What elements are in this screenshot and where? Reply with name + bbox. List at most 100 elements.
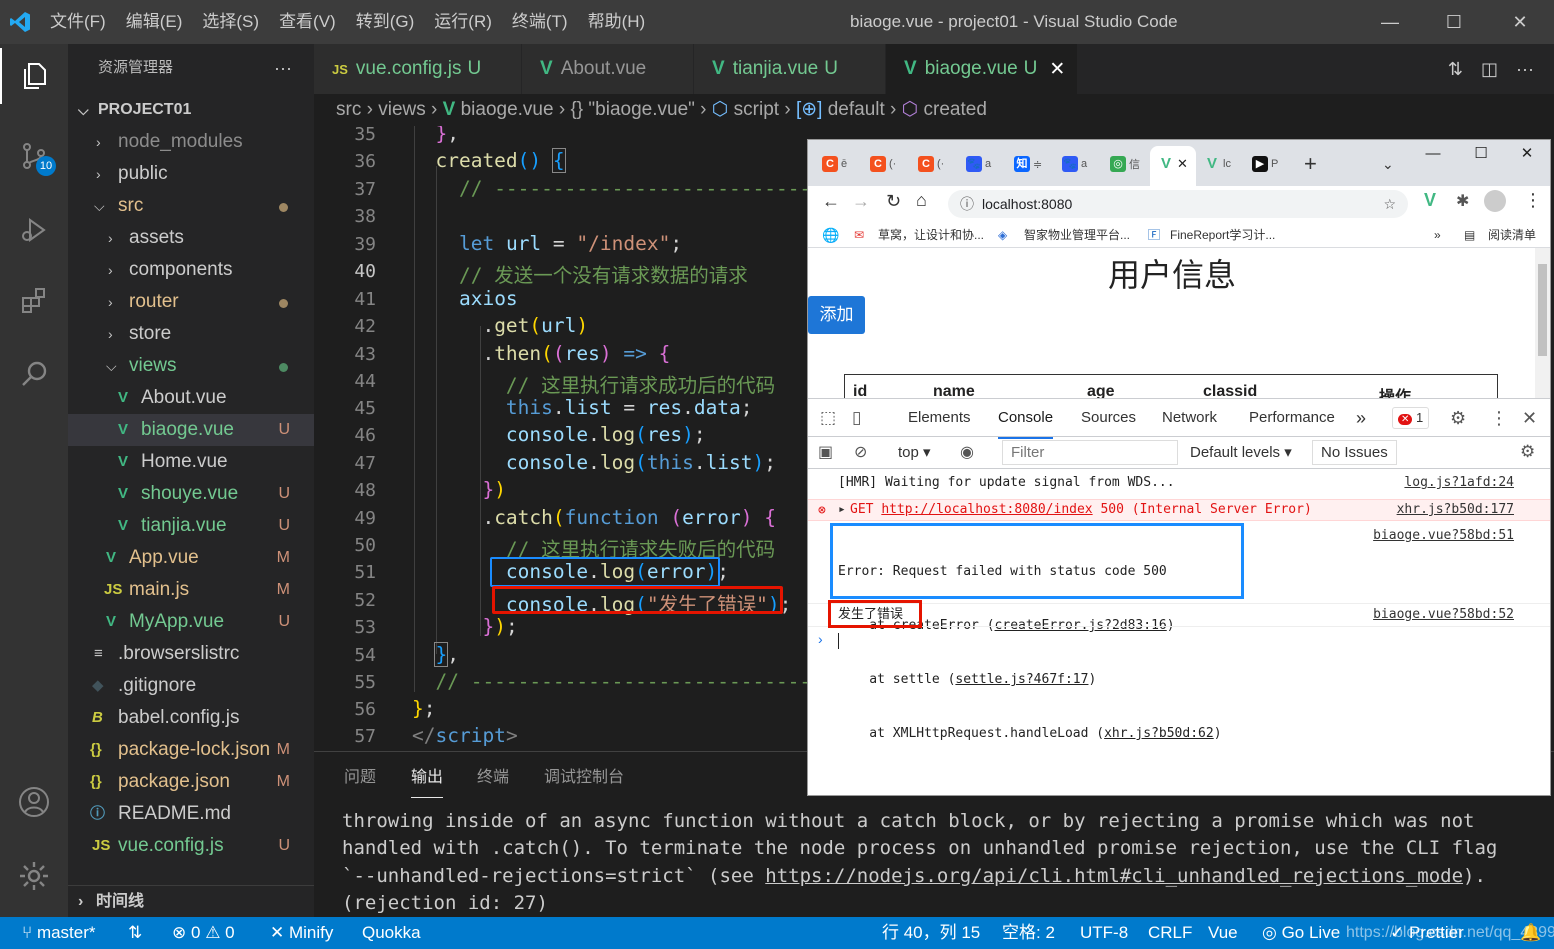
menu-view[interactable]: 查看(V) — [269, 0, 346, 44]
new-tab-icon[interactable]: + — [1304, 148, 1317, 180]
menu-edit[interactable]: 编辑(E) — [116, 0, 193, 44]
devtools-settings-icon[interactable]: ⚙ — [1450, 399, 1466, 437]
tree-item-router[interactable]: › router — [68, 286, 314, 318]
tree-item-readme[interactable]: ⓘ README.md — [68, 798, 314, 830]
more-bookmarks-icon[interactable]: » — [1434, 222, 1441, 248]
browser-minimize-icon[interactable]: — — [1410, 140, 1456, 170]
quokka-button[interactable]: Quokka — [362, 917, 421, 949]
browser-tab[interactable]: 🐾 a — [1062, 148, 1087, 180]
more-tabs-icon[interactable]: » — [1356, 399, 1366, 437]
tree-item-shouye-vue[interactable]: Vshouye.vue U — [68, 478, 314, 510]
browser-menu-icon[interactable]: ⋮ — [1524, 190, 1542, 211]
close-tab-icon[interactable]: ✕ — [1049, 58, 1065, 81]
maximize-icon[interactable]: ☐ — [1424, 0, 1484, 44]
tree-item-biaoge-vue[interactable]: Vbiaoge.vue U — [68, 414, 314, 446]
tree-item-app-vue[interactable]: V App.vue M — [68, 542, 314, 574]
search-icon[interactable] — [0, 346, 68, 402]
eye-icon[interactable]: ◉ — [960, 442, 974, 462]
split-editor-icon[interactable]: ◫ — [1481, 59, 1498, 80]
tree-item-node-modules[interactable]: › node_modules — [68, 126, 314, 158]
browser-tab[interactable]: ◎ 信 — [1110, 148, 1140, 180]
more-actions-icon[interactable]: ··· — [1516, 59, 1534, 80]
tab-vue-config[interactable]: JS vue.config.js U — [314, 44, 522, 94]
browser-tab[interactable]: C (· — [918, 148, 944, 180]
forward-icon[interactable]: → — [852, 191, 870, 212]
tree-item-package-lock[interactable]: {} package-lock.json M — [68, 734, 314, 766]
reading-list-link[interactable]: 阅读清单 — [1488, 222, 1536, 248]
console-source-link[interactable]: biaoge.vue?58bd:52 — [1373, 604, 1514, 626]
page-scroll-thumb[interactable] — [1538, 264, 1547, 356]
sidebar-toggle-icon[interactable]: ▣ — [818, 442, 833, 462]
menu-run[interactable]: 运行(R) — [424, 0, 502, 44]
breadcrumb-object[interactable]: {} "biaoge.vue" — [570, 99, 694, 120]
language-mode[interactable]: Vue — [1208, 917, 1238, 949]
levels-dropdown[interactable]: Default levels ▾ — [1190, 443, 1292, 461]
branch-indicator[interactable]: ⑂ master* — [22, 917, 96, 949]
problems-indicator[interactable]: ⊗ 0 ⚠ 0 — [172, 917, 235, 949]
tab-biaoge-vue[interactable]: Vbiaoge.vue U ✕ — [886, 44, 1078, 94]
tree-item-src[interactable]: ⌵ src — [68, 190, 314, 222]
line-ending[interactable]: CRLF — [1148, 917, 1192, 949]
tab-tianjia-vue[interactable]: Vtianjia.vue U — [694, 44, 886, 94]
console-filter-input[interactable]: Filter — [1002, 440, 1178, 465]
console-source-link[interactable]: log.js?1afd:24 — [1404, 475, 1514, 490]
profile-avatar-icon[interactable] — [1484, 190, 1506, 212]
stack-link[interactable]: settle.js?467f:17 — [955, 672, 1088, 687]
explorer-icon[interactable] — [0, 48, 68, 104]
extensions-icon[interactable] — [0, 272, 68, 328]
browser-maximize-icon[interactable]: ☐ — [1458, 140, 1504, 170]
tree-item-about-vue[interactable]: V About.vue — [68, 382, 314, 414]
menu-go[interactable]: 转到(G) — [346, 0, 425, 44]
bookmark-star-icon[interactable]: ☆ — [1383, 190, 1396, 218]
address-bar[interactable]: ⓘ localhost:8080 ☆ — [948, 190, 1408, 218]
console-settings-icon[interactable]: ⚙ — [1520, 442, 1535, 462]
devtools-tab-network[interactable]: Network — [1162, 399, 1217, 437]
minify-button[interactable]: ✕ Minify — [270, 917, 333, 949]
output-link[interactable]: https://nodejs.org/api/cli.html#cli_unha… — [765, 865, 1463, 887]
tree-item-store[interactable]: › store — [68, 318, 314, 350]
settings-gear-icon[interactable] — [0, 848, 68, 904]
minimize-icon[interactable]: — — [1360, 0, 1420, 44]
breadcrumb-views[interactable]: views — [378, 99, 426, 120]
project-root[interactable]: ⌵ PROJECT01 — [68, 94, 314, 126]
browser-tab[interactable]: Cē — [822, 148, 847, 180]
console-input-caret[interactable] — [838, 633, 839, 649]
error-counter[interactable]: ✕ 1 — [1392, 407, 1430, 429]
menu-selection[interactable]: 选择(S) — [192, 0, 269, 44]
timeline-section[interactable]: › 时间线 — [68, 885, 314, 917]
breadcrumb-file[interactable]: biaoge.vue — [461, 99, 554, 120]
panel-tab-terminal[interactable]: 终端 — [477, 752, 509, 804]
account-icon[interactable] — [0, 774, 68, 830]
extensions-icon[interactable]: ✱ — [1456, 191, 1469, 211]
browser-tab[interactable]: 🐾 a — [966, 148, 991, 180]
clear-console-icon[interactable]: ⊘ — [854, 442, 867, 462]
bookmark-link[interactable]: FineReport学习计... — [1170, 222, 1275, 248]
devtools-tab-elements[interactable]: Elements — [908, 399, 971, 437]
source-control-icon[interactable] — [0, 128, 68, 184]
device-toolbar-icon[interactable]: ▯ — [852, 399, 861, 437]
tree-item-public[interactable]: › public — [68, 158, 314, 190]
browser-tab-active[interactable]: V ✕ — [1158, 148, 1188, 180]
console-url-link[interactable]: http://localhost:8080/index — [881, 502, 1092, 517]
menu-help[interactable]: 帮助(H) — [578, 0, 656, 44]
devtools-tab-console[interactable]: Console — [998, 399, 1054, 439]
more-actions-icon[interactable]: ··· — [274, 44, 292, 92]
back-icon[interactable]: ← — [822, 191, 840, 212]
sync-icon[interactable]: ⇅ — [128, 917, 142, 949]
tree-item-views[interactable]: ⌵ views — [68, 350, 314, 382]
encoding[interactable]: UTF-8 — [1080, 917, 1128, 949]
panel-tab-debug-console[interactable]: 调试控制台 — [544, 752, 624, 804]
tab-search-icon[interactable]: ⌄ — [1382, 148, 1394, 180]
tree-item-babel-config[interactable]: Bbabel.config.js — [68, 702, 314, 734]
indentation[interactable]: 空格: 2 — [1002, 917, 1055, 949]
console-source-link[interactable]: biaoge.vue?58bd:51 — [1373, 527, 1514, 545]
tree-item-main-js[interactable]: JS main.js M — [68, 574, 314, 606]
cursor-position[interactable]: 行 40，列 15 — [882, 917, 980, 949]
notifications-icon[interactable]: 🔔 — [1520, 917, 1541, 949]
tab-about-vue[interactable]: V About.vue — [522, 44, 694, 94]
compare-changes-icon[interactable]: ⇅ — [1448, 59, 1463, 80]
breadcrumb-script[interactable]: script — [734, 99, 779, 120]
home-icon[interactable]: ⌂ — [916, 190, 927, 211]
tree-item-package-json[interactable]: {} package.json M — [68, 766, 314, 798]
bookmark-link[interactable]: 草窝，让设计和协... — [878, 222, 984, 248]
